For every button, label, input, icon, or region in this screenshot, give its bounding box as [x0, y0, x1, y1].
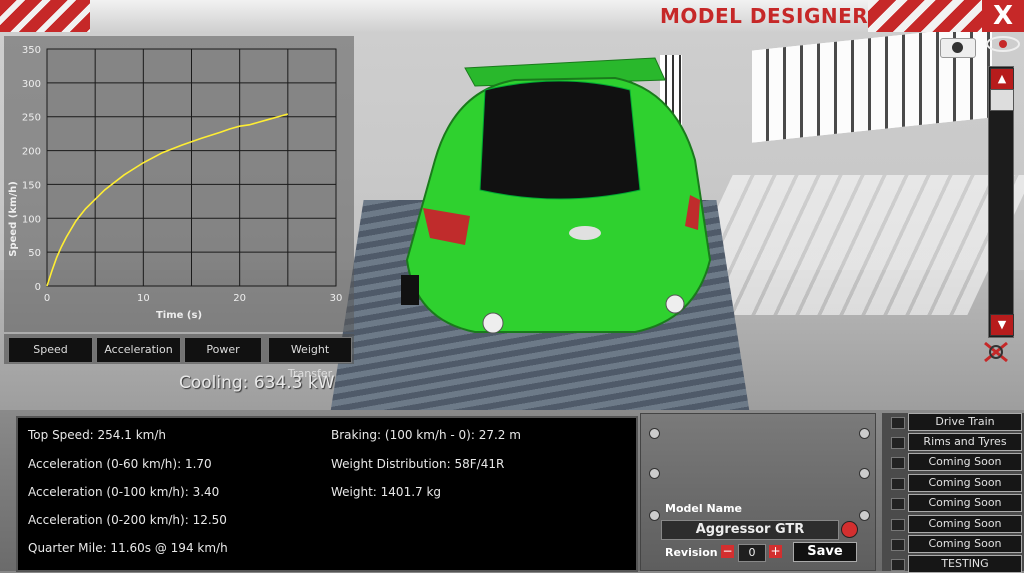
y-tick-label: 100 — [22, 214, 41, 225]
x-tick-label: 20 — [233, 293, 246, 304]
tab-indicator — [891, 437, 905, 449]
no-draw-icon[interactable] — [982, 340, 1010, 364]
tab-coming-soon-5[interactable]: Coming Soon — [891, 535, 1022, 553]
tab-indicator — [891, 519, 905, 531]
screw — [859, 510, 870, 521]
window-title: MODEL DESIGNER — [660, 4, 869, 28]
tab-label: Rims and Tyres — [923, 435, 1007, 448]
randomize-icon[interactable] — [841, 521, 858, 538]
tab-indicator — [891, 417, 905, 429]
stat-accel-100: Acceleration (0-100 km/h): 3.40 — [28, 485, 220, 499]
stat-weight: Weight: 1401.7 kg — [331, 485, 442, 499]
tab-rims-and-tyres[interactable]: Rims and Tyres — [891, 433, 1022, 451]
tab-indicator — [891, 457, 905, 469]
y-tick-label: 0 — [35, 282, 41, 293]
tab-label: Coming Soon — [928, 537, 1002, 550]
tab-indicator — [891, 498, 905, 510]
tab-coming-soon-3[interactable]: Coming Soon — [891, 494, 1022, 512]
revision-increment-button[interactable]: + — [769, 545, 782, 558]
screw — [859, 468, 870, 479]
screw — [649, 468, 660, 479]
scroll-up-button[interactable]: ▲ — [990, 68, 1014, 90]
stats-panel: Top Speed: 254.1 km/h Acceleration (0-60… — [16, 416, 638, 572]
tab-label: Coming Soon — [928, 476, 1002, 489]
eye-icon[interactable] — [985, 34, 1021, 54]
tab-testing[interactable]: TESTING — [891, 555, 1022, 573]
title-stripes-left — [0, 0, 90, 32]
tab-weight-transfer[interactable]: Weight Transfer — [268, 337, 352, 380]
tab-label: TESTING — [941, 557, 989, 570]
model-panel: Model Name Aggressor GTR Revision − 0 + … — [640, 413, 876, 571]
tab-coming-soon-4[interactable]: Coming Soon — [891, 515, 1022, 533]
revision-value: 0 — [738, 544, 766, 562]
model-name-label: Model Name — [665, 502, 742, 515]
y-tick-label: 150 — [22, 180, 41, 191]
tab-label: Drive Train — [935, 415, 995, 428]
section-tabs: Drive Train Rims and Tyres Coming Soon C… — [882, 413, 1024, 573]
tab-coming-soon-2[interactable]: Coming Soon — [891, 474, 1022, 492]
speed-chart: 0 50 100 150 200 250 300 350 0 10 20 30 Speed (km/h)… — [8, 45, 343, 321]
graph-tabs: Speed Acceleration Power Weight Transfer — [4, 334, 354, 380]
x-tick-label: 10 — [137, 293, 150, 304]
tab-coming-soon-1[interactable]: Coming Soon — [891, 453, 1022, 471]
camera-icon[interactable] — [940, 38, 976, 58]
tab-speed[interactable]: Speed — [8, 337, 93, 363]
stat-accel-60: Acceleration (0-60 km/h): 1.70 — [28, 457, 212, 471]
tab-acceleration[interactable]: Acceleration — [96, 337, 181, 363]
screw — [649, 510, 660, 521]
car-model — [401, 57, 712, 334]
tab-label: Coming Soon — [928, 496, 1002, 509]
scroll-down-button[interactable]: ▼ — [990, 314, 1014, 336]
tab-power[interactable]: Power — [184, 337, 262, 363]
zoom-scrollbar[interactable]: ▲ ▼ — [988, 66, 1014, 338]
tab-label: Coming Soon — [928, 455, 1002, 468]
y-axis-label: Speed (km/h) — [8, 181, 19, 257]
tab-indicator — [891, 478, 905, 490]
y-tick-label: 350 — [22, 45, 41, 56]
tab-indicator — [891, 559, 905, 571]
x-tick-label: 30 — [330, 293, 343, 304]
tab-label: Coming Soon — [928, 517, 1002, 530]
stat-quarter-mile: Quarter Mile: 11.60s @ 194 km/h — [28, 541, 228, 555]
title-bar: MODEL DESIGNER X — [0, 0, 1024, 32]
y-tick-label: 250 — [22, 113, 41, 124]
save-button[interactable]: Save — [793, 542, 857, 562]
stat-accel-200: Acceleration (0-200 km/h): 12.50 — [28, 513, 227, 527]
revision-label: Revision — [665, 546, 718, 559]
scroll-thumb[interactable] — [990, 89, 1014, 111]
tab-drive-train[interactable]: Drive Train — [891, 413, 1022, 431]
performance-graph: 0 50 100 150 200 250 300 350 0 10 20 30 Speed (km/h)… — [4, 36, 354, 332]
y-tick-label: 300 — [22, 79, 41, 90]
screw — [649, 428, 660, 439]
y-tick-label: 50 — [28, 248, 41, 259]
y-tick-label: 200 — [22, 147, 41, 158]
x-axis-label: Time (s) — [156, 310, 202, 321]
x-tick-label: 0 — [44, 293, 50, 304]
close-button[interactable]: X — [982, 0, 1024, 32]
revision-decrement-button[interactable]: − — [721, 545, 734, 558]
screw — [859, 428, 870, 439]
stat-top-speed: Top Speed: 254.1 km/h — [28, 428, 166, 442]
tab-indicator — [891, 539, 905, 551]
model-name-field[interactable]: Aggressor GTR — [661, 520, 839, 540]
stat-weight-distribution: Weight Distribution: 58F/41R — [331, 457, 505, 471]
cooling-readout: Cooling: 634.3 kW — [179, 373, 335, 393]
stat-braking: Braking: (100 km/h - 0): 27.2 m — [331, 428, 521, 442]
